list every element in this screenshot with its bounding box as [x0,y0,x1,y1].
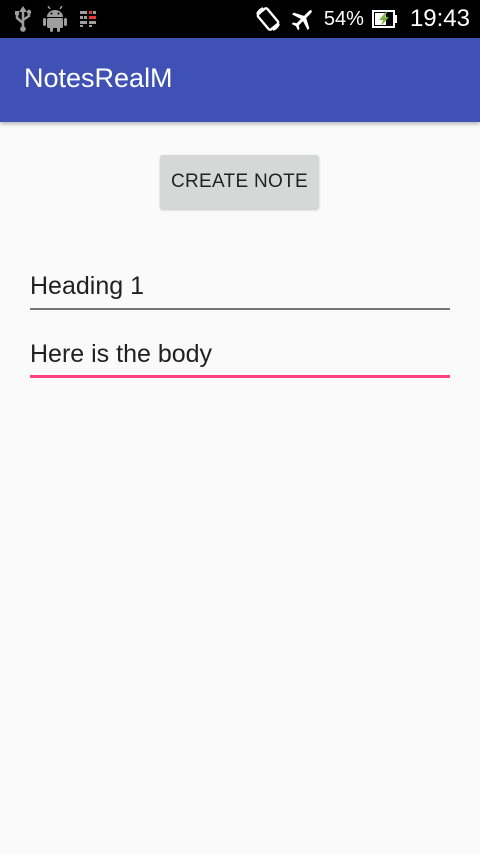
battery-charging-icon [371,9,398,29]
body-underline-focused [30,375,450,378]
clock: 19:43 [409,5,470,32]
usb-icon [14,6,32,32]
airplane-mode-icon [290,6,316,32]
create-note-button[interactable]: CREATE NOTE [160,155,319,209]
app-title: NotesRealM [24,63,173,93]
status-left-icons [14,5,98,33]
screen: 54% 19:43 NotesRealM CREATE NOTE Heading… [0,0,480,854]
status-bar: 54% 19:43 [0,0,480,38]
body-input-text: Here is the body [30,340,213,368]
battery-percent: 54% [323,7,364,30]
heading-input-text: Heading 1 [30,272,144,300]
heading-field[interactable]: Heading 1 [30,270,450,312]
status-right-icons: 54% 19:43 [254,0,470,38]
rotate-icon [254,6,282,32]
body-field[interactable]: Here is the body [30,338,450,380]
android-debug-icon [42,6,68,32]
app-bar: NotesRealM [0,38,480,122]
sim-icon [78,9,98,29]
heading-underline [30,308,450,310]
